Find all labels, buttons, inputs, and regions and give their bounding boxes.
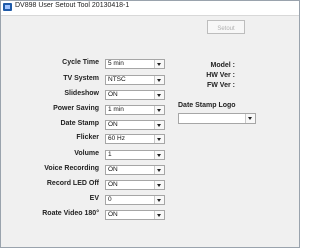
voice-recording-label: Voice Recording xyxy=(44,165,99,172)
ev-label: EV xyxy=(89,195,99,202)
ev-value: 0 xyxy=(108,196,112,203)
date-stamp-value: ON xyxy=(108,121,118,128)
cycle-time-value: 5 min xyxy=(108,60,124,67)
voice-recording-select[interactable]: ON xyxy=(105,165,165,175)
chevron-down-icon[interactable] xyxy=(154,106,164,114)
tv-system-value: NTSC xyxy=(108,76,126,83)
power-saving-label: Power Saving xyxy=(53,105,99,112)
chevron-down-icon[interactable] xyxy=(154,76,164,84)
chevron-down-icon[interactable] xyxy=(245,114,255,123)
voice-recording-value: ON xyxy=(108,166,118,173)
tv-system-select[interactable]: NTSC xyxy=(105,75,165,85)
tv-system-label: TV System xyxy=(63,75,99,82)
fw-version-label: FW Ver : xyxy=(206,82,235,89)
flicker-value: 60 Hz xyxy=(108,135,125,142)
date-stamp-logo-select[interactable] xyxy=(178,113,256,124)
slideshow-select[interactable]: ON xyxy=(105,90,165,100)
cycle-time-label: Cycle Time xyxy=(62,59,99,66)
chevron-down-icon[interactable] xyxy=(154,60,164,68)
chevron-down-icon[interactable] xyxy=(154,211,164,219)
chevron-down-icon[interactable] xyxy=(154,181,164,189)
slideshow-value: ON xyxy=(108,91,118,98)
volume-select[interactable]: 1 xyxy=(105,150,165,160)
rotate-video-select[interactable]: ON xyxy=(105,210,165,220)
rotate-video-value: ON xyxy=(108,211,118,218)
rotate-video-label: Roate Video 180° xyxy=(42,210,99,217)
date-stamp-select[interactable]: ON xyxy=(105,120,165,130)
ev-select[interactable]: 0 xyxy=(105,195,165,205)
flicker-select[interactable]: 60 Hz xyxy=(105,134,165,144)
date-stamp-logo-label: Date Stamp Logo xyxy=(178,102,236,109)
power-saving-value: 1 min xyxy=(108,106,124,113)
record-led-off-value: ON xyxy=(108,181,118,188)
chevron-down-icon[interactable] xyxy=(154,196,164,204)
app-icon xyxy=(3,3,12,11)
volume-label: Volume xyxy=(74,150,99,157)
flicker-label: Flicker xyxy=(76,134,99,141)
window-title: DV898 User Setout Tool 20130418-1 xyxy=(15,2,130,9)
title-bar[interactable]: DV898 User Setout Tool 20130418-1 xyxy=(1,1,299,16)
volume-value: 1 xyxy=(108,151,112,158)
record-led-off-label: Record LED Off xyxy=(46,180,99,187)
chevron-down-icon[interactable] xyxy=(154,166,164,174)
power-saving-select[interactable]: 1 min xyxy=(105,105,165,115)
chevron-down-icon[interactable] xyxy=(154,121,164,129)
app-window: DV898 User Setout Tool 20130418-1 Setout… xyxy=(0,0,300,248)
date-stamp-label: Date Stamp xyxy=(60,120,99,127)
slideshow-label: Slideshow xyxy=(64,90,99,97)
chevron-down-icon[interactable] xyxy=(154,91,164,99)
hw-version-label: HW Ver : xyxy=(206,72,235,79)
chevron-down-icon[interactable] xyxy=(154,151,164,159)
chevron-down-icon[interactable] xyxy=(154,135,164,143)
cycle-time-select[interactable]: 5 min xyxy=(105,59,165,69)
setout-button[interactable]: Setout xyxy=(207,20,245,34)
model-label: Model : xyxy=(210,62,236,69)
record-led-off-select[interactable]: ON xyxy=(105,180,165,190)
